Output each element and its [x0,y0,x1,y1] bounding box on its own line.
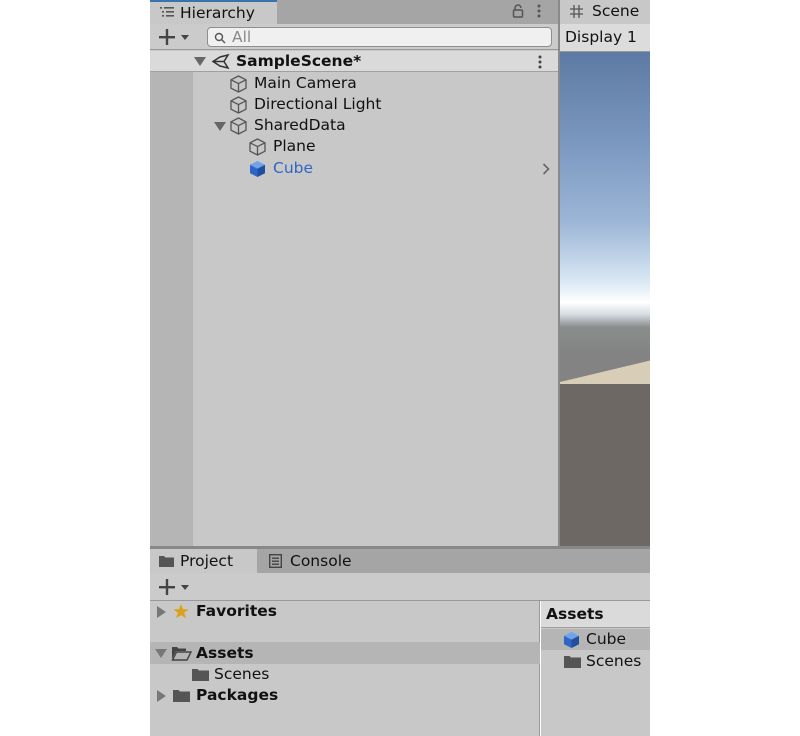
chevron-right-icon[interactable] [542,163,550,175]
expand-triangle-icon[interactable] [214,122,226,132]
folder-icon [159,555,174,567]
tree-item-packages[interactable]: Packages [150,685,540,707]
asset-item-label: Cube [586,630,627,648]
search-placeholder: All [232,28,252,46]
console-icon [268,553,283,569]
hierarchy-item-plane[interactable]: Plane [193,136,558,157]
search-input[interactable]: All [207,27,552,47]
create-add-button[interactable] [159,29,193,45]
hierarchy-item-label: Cube [273,159,314,177]
hierarchy-tab-bar: Hierarchy [150,0,558,24]
hierarchy-toolbar: All [150,24,558,50]
project-folder-tree: Favorites Assets Scenes Packages [150,601,540,736]
create-add-button[interactable] [159,579,193,595]
tab-hierarchy[interactable]: Hierarchy [150,0,277,24]
hierarchy-item-label: Directional Light [254,95,382,113]
tab-project[interactable]: Project [150,549,257,573]
scene-tab-bar: Scene [558,0,650,24]
tree-item-label: Favorites [196,602,277,620]
folder-icon [192,668,209,681]
assets-header-label: Assets [546,605,604,623]
scene-header-row[interactable]: SampleScene* [150,51,558,72]
ground-area [560,382,650,546]
folder-open-icon [171,646,193,661]
hierarchy-window: Hierarchy All SampleScene* Main Camera D… [150,0,558,546]
scene-grid-icon [570,5,583,18]
lock-icon[interactable] [512,4,524,18]
folder-icon [564,655,581,668]
expand-triangle-icon[interactable] [194,57,206,67]
unity-scene-icon [211,53,230,70]
hierarchy-item-shareddata[interactable]: SharedData [193,115,558,136]
prefab-cube-icon [249,160,266,178]
project-tab-bar: Project Console [150,549,650,573]
star-icon [173,604,189,619]
asset-item-cube[interactable]: Cube [541,629,650,650]
asset-item-scenes[interactable]: Scenes [541,651,650,672]
project-assets-panel: Assets Cube Scenes [541,601,650,736]
hierarchy-item-directional-light[interactable]: Directional Light [193,94,558,115]
prefab-cube-icon [563,631,580,649]
hierarchy-item-label: Main Camera [254,74,357,92]
asset-item-label: Scenes [586,652,642,670]
search-icon [214,32,226,44]
project-toolbar [150,573,650,601]
gameobject-cube-icon [230,75,247,93]
tab-console[interactable]: Console [257,549,367,573]
kebab-menu-icon[interactable] [537,4,541,18]
tree-item-assets[interactable]: Assets [150,642,540,664]
gameobject-cube-icon [230,117,247,135]
project-tab-label: Project [180,552,234,570]
display-dropdown[interactable]: Display 1 [558,24,650,52]
gameobject-cube-icon [249,138,266,156]
collapsed-triangle-icon[interactable] [157,606,166,618]
scene-name: SampleScene* [236,52,362,70]
tree-item-label: Packages [196,686,279,704]
folder-icon [173,689,190,702]
hierarchy-item-label: Plane [273,137,316,155]
hierarchy-tab-label: Hierarchy [180,4,255,22]
game-viewport[interactable] [558,52,650,546]
ground-plane-shape [560,360,650,392]
tab-scene[interactable]: Scene [592,1,639,21]
gameobject-cube-icon [230,96,247,114]
assets-breadcrumb[interactable]: Assets [541,601,650,628]
hierarchy-gutter [150,72,193,546]
collapsed-triangle-icon[interactable] [157,690,166,702]
hierarchy-item-main-camera[interactable]: Main Camera [193,73,558,94]
hierarchy-item-label: SharedData [254,116,346,134]
tree-item-scenes[interactable]: Scenes [150,664,540,685]
expand-triangle-icon[interactable] [155,649,167,659]
tree-item-label: Scenes [214,665,270,683]
console-tab-label: Console [290,552,352,570]
hierarchy-item-cube[interactable]: Cube [193,158,558,179]
display-label: Display 1 [565,28,637,46]
scene-kebab-menu-icon[interactable] [538,55,542,69]
tree-item-favorites[interactable]: Favorites [150,601,540,623]
hierarchy-list-icon [160,6,174,18]
tree-item-label: Assets [196,644,254,662]
